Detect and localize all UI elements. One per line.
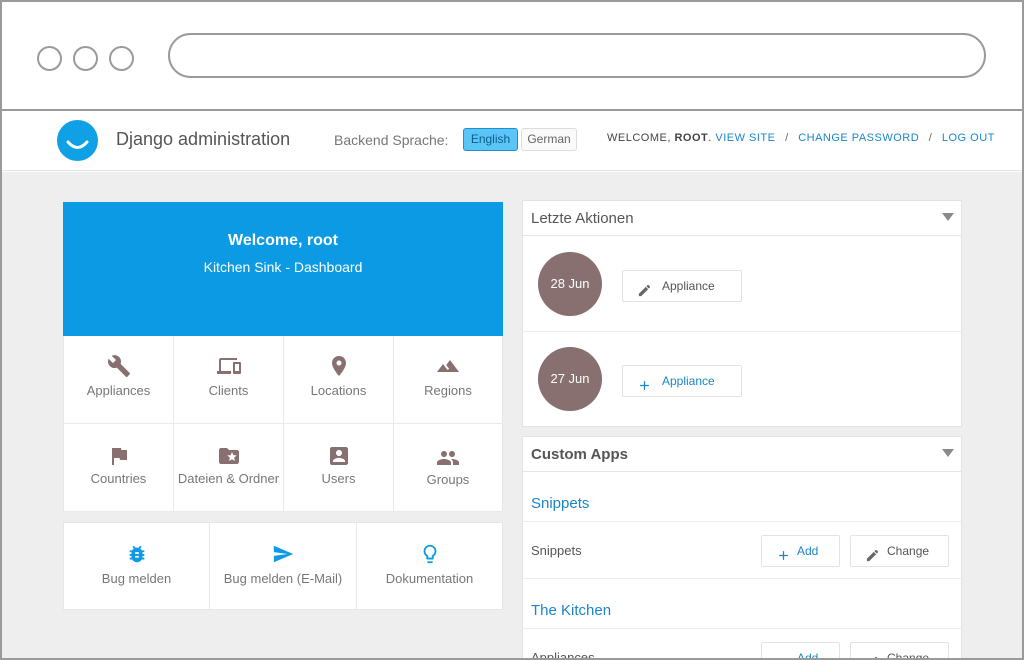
flag-icon	[64, 444, 173, 473]
location-pin-icon	[284, 354, 393, 383]
welcome-banner: Welcome, root Kitchen Sink - Dashboard	[63, 202, 503, 336]
window-minimize-dot[interactable]	[73, 46, 98, 71]
smile-logo-icon[interactable]	[57, 120, 98, 161]
model-tile-regions[interactable]: Regions	[394, 336, 502, 424]
recent-action-row: 28 Jun Appliance	[523, 237, 961, 332]
landscape-icon	[394, 354, 502, 383]
welcome-prefix: WELCOME,	[607, 132, 671, 144]
browser-chrome	[2, 2, 1022, 111]
model-tile-countries[interactable]: Countries	[64, 424, 174, 512]
model-tile-users[interactable]: Users	[284, 424, 394, 512]
user-tools: WELCOME, ROOT. VIEW SITE / CHANGE PASSWO…	[607, 132, 995, 144]
model-tile-locations[interactable]: Locations	[284, 336, 394, 424]
action-label: Appliance	[662, 279, 715, 293]
action-label: Appliance	[662, 374, 715, 388]
model-tile-appliances[interactable]: Appliances	[64, 336, 174, 424]
quick-links: Bug melden Bug melden (E-Mail) Dokumenta…	[63, 522, 503, 610]
pencil-icon	[865, 544, 880, 574]
app-title-snippets[interactable]: Snippets	[531, 495, 589, 512]
language-german-button[interactable]: German	[521, 128, 577, 151]
wrench-icon	[64, 354, 173, 383]
send-icon	[210, 543, 356, 570]
add-button[interactable]: Add	[761, 642, 840, 660]
pencil-icon	[637, 279, 652, 309]
window-close-dot[interactable]	[37, 46, 62, 71]
panel-header[interactable]: Letzte Aktionen	[523, 201, 961, 236]
welcome-subtitle: Kitchen Sink - Dashboard	[203, 259, 363, 275]
model-label: Groups	[426, 472, 470, 487]
change-button[interactable]: Change	[850, 535, 949, 567]
model-label: Users	[321, 471, 356, 486]
model-label: Dateien & Ordner	[177, 471, 280, 486]
plus-icon	[776, 651, 791, 658]
model-tile-clients[interactable]: Clients	[174, 336, 284, 424]
panel-header[interactable]: Custom Apps	[523, 437, 961, 472]
add-button[interactable]: Add	[761, 535, 840, 567]
model-name[interactable]: Appliances	[531, 650, 595, 658]
change-password-link[interactable]: CHANGE PASSWORD	[798, 132, 919, 144]
quick-link-label: Bug melden	[101, 571, 172, 586]
model-tile-dateien-ordner[interactable]: Dateien & Ordner	[174, 424, 284, 512]
action-date: 28 Jun	[538, 252, 602, 316]
window-frame: Django administration Backend Sprache: E…	[0, 0, 1024, 660]
site-title[interactable]: Django administration	[116, 129, 290, 150]
pencil-icon	[865, 651, 880, 658]
model-tile-groups[interactable]: Groups	[394, 424, 502, 512]
address-bar[interactable]	[168, 33, 986, 78]
quick-link-label: Bug melden (E-Mail)	[223, 571, 343, 586]
model-label: Clients	[208, 383, 249, 398]
add-label: Add	[797, 544, 819, 558]
language-label: Backend Sprache:	[334, 132, 449, 148]
admin-header: Django administration Backend Sprache: E…	[2, 111, 1022, 171]
recent-actions-panel: Letzte Aktionen 28 Jun Appliance 27 Jun	[522, 200, 962, 427]
folder-star-icon	[174, 444, 283, 473]
devices-icon	[174, 354, 283, 383]
view-site-link[interactable]: VIEW SITE	[715, 132, 775, 144]
collapse-caret-icon[interactable]	[942, 213, 954, 221]
panel-title: Custom Apps	[531, 446, 628, 463]
change-button[interactable]: Change	[850, 642, 949, 660]
bug-icon	[64, 543, 209, 570]
quick-link-label: Dokumentation	[385, 571, 474, 586]
separator: /	[785, 132, 789, 144]
action-date: 27 Jun	[538, 347, 602, 411]
plus-icon	[776, 544, 791, 574]
lightbulb-icon	[357, 543, 502, 570]
app-title-the-kitchen[interactable]: The Kitchen	[531, 602, 611, 619]
model-label: Locations	[310, 383, 367, 398]
recent-action-row: 27 Jun Appliance	[523, 332, 961, 427]
change-label: Change	[887, 651, 930, 660]
log-out-link[interactable]: LOG OUT	[942, 132, 995, 144]
add-label: Add	[797, 651, 819, 660]
model-label: Regions	[424, 383, 472, 398]
welcome-title: Welcome, root	[228, 232, 338, 249]
account-box-icon	[284, 444, 393, 473]
bug-report-link[interactable]: Bug melden	[64, 523, 210, 609]
group-icon	[394, 446, 502, 475]
separator: /	[928, 132, 933, 144]
app-model-row: Appliances Add Change	[523, 628, 961, 660]
language-english-button[interactable]: English	[463, 128, 518, 151]
username: ROOT	[674, 132, 709, 144]
documentation-link[interactable]: Dokumentation	[357, 523, 502, 609]
model-name[interactable]: Snippets	[531, 543, 582, 558]
action-link[interactable]: Appliance	[622, 270, 742, 302]
app-model-row: Snippets Add Change	[523, 521, 961, 579]
model-grid: Appliances Clients Locations Regions Cou…	[63, 336, 503, 512]
dashboard-content: Welcome, root Kitchen Sink - Dashboard A…	[2, 172, 1022, 660]
window-maximize-dot[interactable]	[109, 46, 134, 71]
change-label: Change	[887, 544, 930, 558]
model-label: Countries	[90, 471, 147, 486]
model-label: Appliances	[86, 383, 151, 398]
custom-apps-panel: Custom Apps Snippets Snippets Add Change	[522, 436, 962, 660]
collapse-caret-icon[interactable]	[942, 449, 954, 457]
plus-icon	[637, 374, 652, 404]
panel-title: Letzte Aktionen	[531, 210, 634, 227]
bug-report-email-link[interactable]: Bug melden (E-Mail)	[210, 523, 357, 609]
action-link[interactable]: Appliance	[622, 365, 742, 397]
